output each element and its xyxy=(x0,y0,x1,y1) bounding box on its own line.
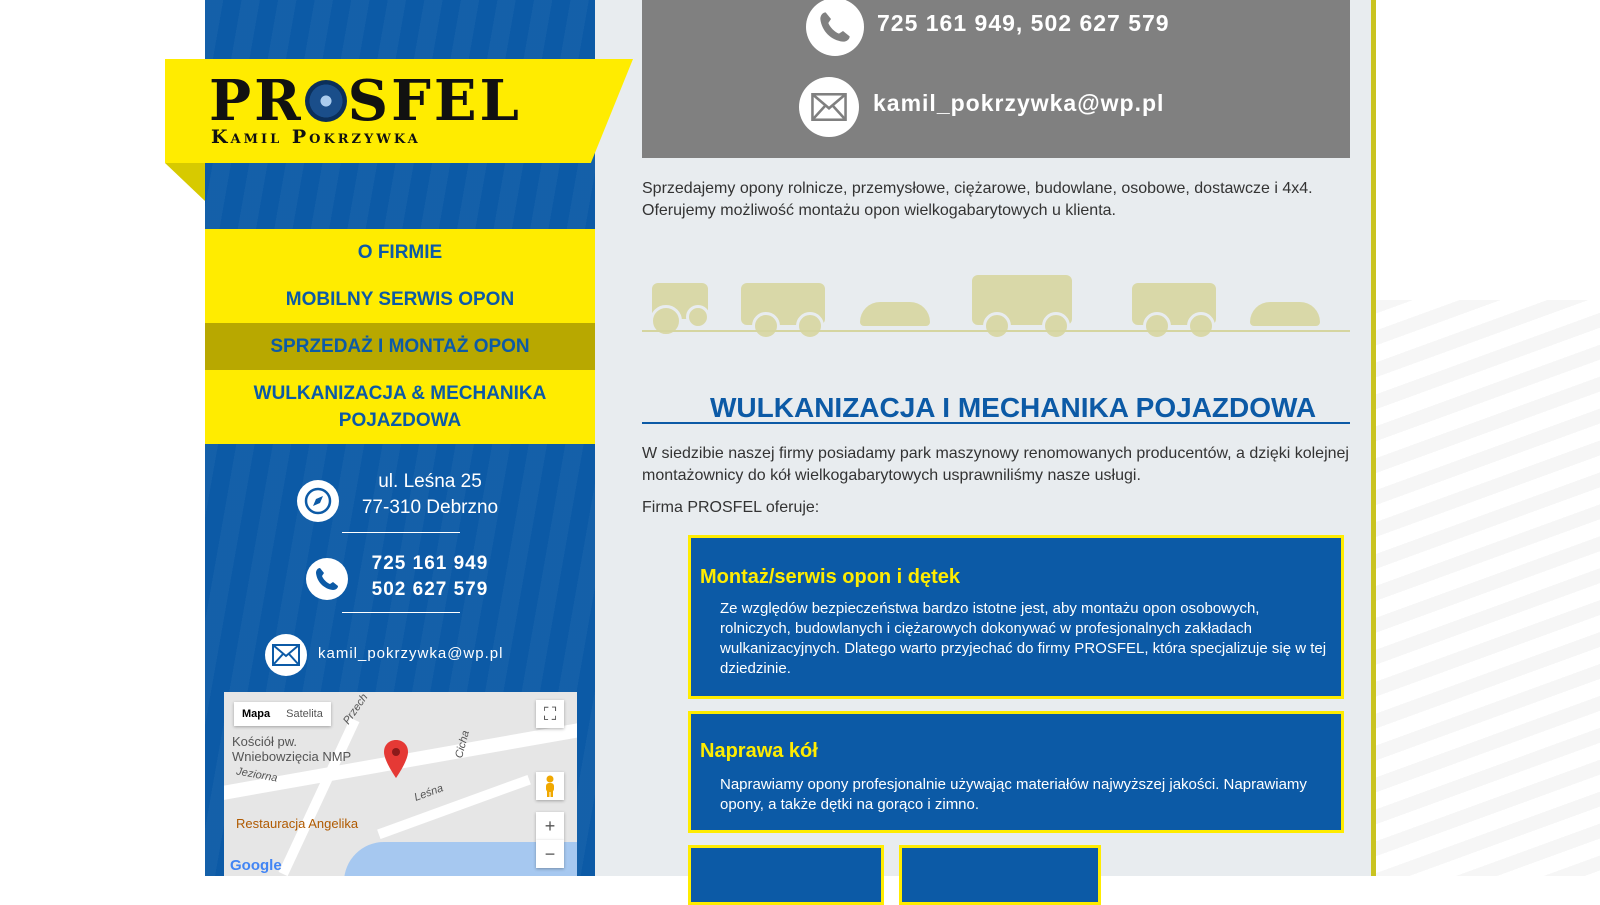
service-card: Montaż/serwis opon i dętek Ze względów b… xyxy=(688,535,1344,699)
nav-item-mobilny-serwis[interactable]: MOBILNY SERWIS OPON xyxy=(205,276,595,323)
google-map[interactable]: Mapa Satelita ⛶ Kościół pw. Wniebowzięci… xyxy=(224,692,577,876)
logo-text-part1: PR xyxy=(209,68,304,134)
google-logo: Google xyxy=(230,857,282,874)
header-email[interactable]: kamil_pokrzywka@wp.pl xyxy=(873,90,1164,117)
wheel xyxy=(1187,312,1215,340)
wheel xyxy=(650,305,682,337)
car-icon xyxy=(1250,302,1320,326)
separator xyxy=(342,532,460,533)
wheel xyxy=(686,305,710,329)
address: ul. Leśna 25 77-310 Debrzno xyxy=(340,469,520,521)
zoom-in-button[interactable]: + xyxy=(536,812,564,840)
wheel xyxy=(983,312,1011,340)
header-contact-box: 725 161 949, 502 627 579 kamil_pokrzywka… xyxy=(642,0,1350,158)
nav-item-sprzedaz-montaz[interactable]: SPRZEDAŻ I MONTAŻ OPON xyxy=(205,323,595,370)
offers-label: Firma PROSFEL oferuje: xyxy=(642,499,820,516)
nav-item-o-firmie[interactable]: O FIRMIE xyxy=(205,229,595,276)
nav-item-label: O FIRMIE xyxy=(357,242,443,263)
street-view-icon[interactable] xyxy=(536,772,564,800)
logo-owner-name: Kamil Pokrzywka xyxy=(211,126,421,148)
service-card xyxy=(688,845,884,905)
service-card-text: Naprawiamy opony profesjonalnie używając… xyxy=(720,776,1307,813)
mail-icon xyxy=(799,77,859,137)
map-label-street: Leśna xyxy=(412,782,445,804)
map-label-street: Przech xyxy=(340,692,371,727)
logo-fold xyxy=(165,163,205,201)
phone-icon xyxy=(306,558,348,600)
header-phones[interactable]: 725 161 949, 502 627 579 xyxy=(877,10,1170,37)
map-tab-satellite[interactable]: Satelita xyxy=(278,702,331,726)
wheel xyxy=(1042,312,1070,340)
map-marker-icon[interactable] xyxy=(384,740,408,783)
service-card xyxy=(899,845,1101,905)
phone-icon xyxy=(806,0,864,56)
logo[interactable]: PR SFEL xyxy=(209,73,554,129)
phone-number[interactable]: 502 627 579 xyxy=(350,577,510,603)
email-link[interactable]: kamil_pokrzywka@wp.pl xyxy=(318,641,538,667)
zoom-out-button[interactable]: − xyxy=(536,840,564,868)
nav-item-label: WULKANIZACJA & MECHANIKA POJAZDOWA xyxy=(253,383,547,431)
map-label-church: Kościół pw. Wniebowzięcia NMP xyxy=(232,734,352,764)
mail-icon xyxy=(265,634,307,676)
service-card: Naprawa kół Naprawiamy opony profesjonal… xyxy=(688,711,1344,833)
map-label-restaurant: Restauracja Angelika xyxy=(236,816,359,831)
compass-icon xyxy=(297,480,339,522)
section-text: W siedzibie naszej firmy posiadamy park … xyxy=(642,445,1349,484)
section-title: WULKANIZACJA I MECHANIKA POJAZDOWA xyxy=(710,392,1317,423)
address-street: ul. Leśna 25 xyxy=(378,471,482,492)
road-line xyxy=(642,330,1350,332)
wheel xyxy=(796,312,824,340)
service-card-text: Ze względów bezpieczeństwa bardzo istotn… xyxy=(720,600,1327,677)
service-card-title: Naprawa kół xyxy=(700,740,818,762)
map-tab-map[interactable]: Mapa xyxy=(234,702,278,726)
fullscreen-icon[interactable]: ⛶ xyxy=(536,700,564,728)
tire-track-decoration xyxy=(1372,300,1600,876)
wheel xyxy=(1143,312,1171,340)
address-city: 77-310 Debrzno xyxy=(361,497,499,518)
map-type-control: Mapa Satelita xyxy=(234,702,331,726)
separator xyxy=(342,612,460,613)
nav-item-label: MOBILNY SERWIS OPON xyxy=(285,289,515,310)
map-road xyxy=(377,774,531,840)
content-border xyxy=(1371,0,1376,876)
section-title-underline xyxy=(642,422,1350,424)
wheel-logo-icon xyxy=(304,80,347,122)
service-card-title: Montaż/serwis opon i dętek xyxy=(700,566,961,588)
intro-text: Sprzedajemy opony rolnicze, przemysłowe,… xyxy=(642,180,1313,219)
phones: 725 161 949 502 627 579 xyxy=(350,551,510,603)
nav-item-wulkanizacja[interactable]: WULKANIZACJA & MECHANIKA POJAZDOWA xyxy=(205,370,595,444)
wheel xyxy=(752,312,780,340)
logo-text-part2: SFEL xyxy=(347,68,522,134)
main-nav: O FIRMIE MOBILNY SERWIS OPON SPRZEDAŻ I … xyxy=(205,229,595,444)
phone-number[interactable]: 725 161 949 xyxy=(350,551,510,577)
nav-item-label: SPRZEDAŻ I MONTAŻ OPON xyxy=(270,336,530,357)
car-icon xyxy=(860,302,930,326)
